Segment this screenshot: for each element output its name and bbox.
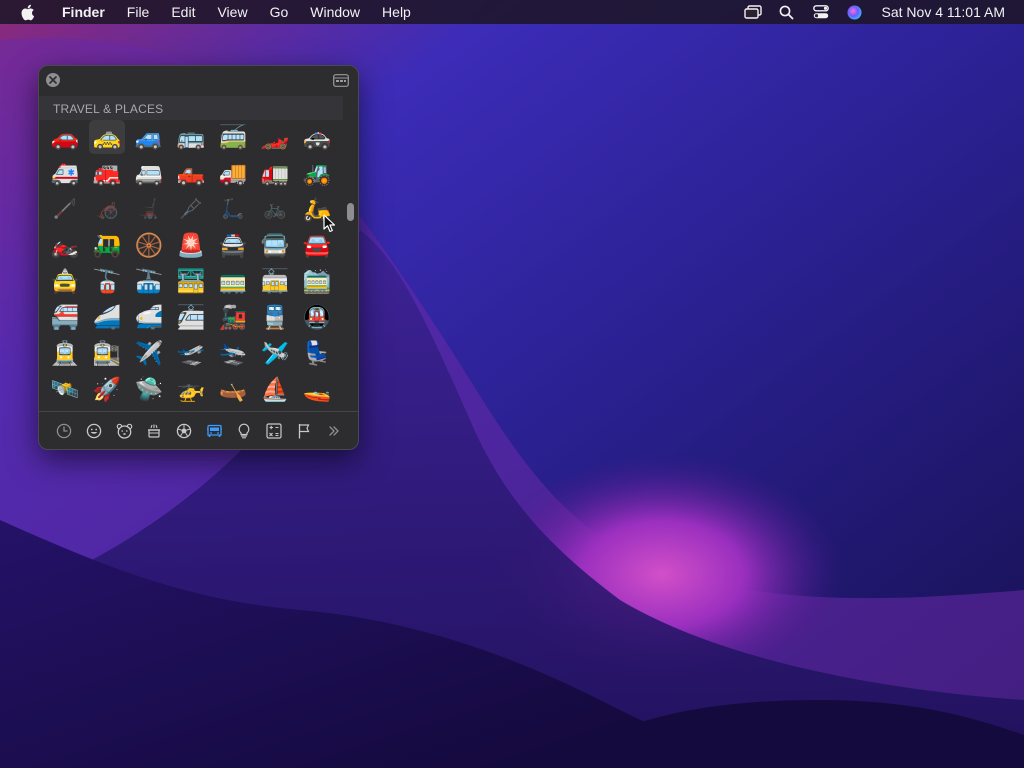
emoji-cell[interactable]: 🚜 (299, 156, 335, 190)
emoji-cell[interactable]: 🚁 (173, 372, 209, 406)
menu-view[interactable]: View (206, 0, 258, 24)
emoji-cell[interactable]: 🚒 (89, 156, 125, 190)
expand-character-viewer-icon[interactable] (333, 74, 349, 87)
menu-help[interactable]: Help (371, 0, 422, 24)
app-menu-finder[interactable]: Finder (51, 0, 116, 24)
scrollbar[interactable] (342, 120, 358, 408)
emoji-cell[interactable]: 🛬 (215, 336, 251, 370)
character-viewer-panel: TRAVEL & PLACES 🚗 🚕 🚙 🚌 🚎 🏎️ 🚓 🚑 🚒 🚐 🛻 🚚 🚛 🚜 🦯 🦽 🦼 🩼 🛴 🚲 🛵 🏍️… (38, 65, 359, 450)
emoji-cell[interactable]: 🚆 (257, 300, 293, 334)
activity-icon[interactable] (169, 418, 199, 444)
food-icon[interactable] (139, 418, 169, 444)
more-icon[interactable] (319, 418, 349, 444)
flags-icon[interactable] (289, 418, 319, 444)
emoji-cell[interactable]: 🚞 (299, 264, 335, 298)
emoji-cell[interactable]: 🚍 (257, 228, 293, 262)
emoji-cell[interactable]: 🛸 (131, 372, 167, 406)
emoji-cell[interactable]: 🚄 (89, 300, 125, 334)
emoji-cell[interactable]: 🚃 (215, 264, 251, 298)
emoji-cell[interactable]: 🚂 (215, 300, 251, 334)
emoji-cell[interactable]: 🚠 (131, 264, 167, 298)
symbols-icon[interactable] (259, 418, 289, 444)
section-header: TRAVEL & PLACES (39, 96, 343, 120)
emoji-cell[interactable]: 🚐 (131, 156, 167, 190)
emoji-cell[interactable]: 🚅 (131, 300, 167, 334)
emoji-cell[interactable]: 🚇 (299, 300, 335, 334)
emoji-cell[interactable]: 🛫 (173, 336, 209, 370)
emoji-cell[interactable]: 🚖 (47, 264, 83, 298)
emoji-cell[interactable]: 🚗 (47, 120, 83, 154)
emoji-cell[interactable]: 🚨 (173, 228, 209, 262)
emoji-cell[interactable]: 🏍️ (47, 228, 83, 262)
emoji-cell[interactable]: 🦼 (131, 192, 167, 226)
emoji-cell[interactable]: 🦯 (47, 192, 83, 226)
emoji-cell[interactable]: 🚊 (47, 336, 83, 370)
emoji-grid: 🚗 🚕 🚙 🚌 🚎 🏎️ 🚓 🚑 🚒 🚐 🛻 🚚 🚛 🚜 🦯 🦽 🦼 🩼 🛴 🚲 🛵 🏍️ 🛺 🛞 🚨 🚔 🚍 🚘 🚖 🚡 🚠 🚟 🚃 🚋 🚞 🚝 🚄 🚅… (44, 120, 340, 408)
emoji-cell[interactable]: 🛺 (89, 228, 125, 262)
animals-icon[interactable] (109, 418, 139, 444)
emoji-cell[interactable]: 🚡 (89, 264, 125, 298)
menu-window[interactable]: Window (299, 0, 371, 24)
scrollbar-thumb[interactable] (347, 203, 354, 221)
emoji-cell[interactable]: ✈️ (131, 336, 167, 370)
emoji-cell[interactable]: 🚉 (89, 336, 125, 370)
emoji-cell[interactable]: 🚔 (215, 228, 251, 262)
spotlight-search-icon[interactable] (770, 0, 804, 24)
apple-menu-icon[interactable] (16, 0, 38, 24)
siri-icon[interactable] (838, 0, 872, 24)
emoji-cell[interactable]: 🚈 (173, 300, 209, 334)
emoji-cell[interactable]: 🚌 (173, 120, 209, 154)
control-center-icon[interactable] (804, 0, 838, 24)
menu-bar: Finder File Edit View Go Window Help Sat… (0, 0, 1024, 24)
emoji-cell[interactable]: 🚕 (89, 120, 125, 154)
emoji-cell[interactable]: 🚲 (257, 192, 293, 226)
emoji-cell[interactable]: 🚚 (215, 156, 251, 190)
smileys-icon[interactable] (79, 418, 109, 444)
emoji-cell[interactable]: 🚓 (299, 120, 335, 154)
menubar-clock[interactable]: Sat Nov 4 11:01 AM (872, 4, 1024, 20)
emoji-cell[interactable]: 🛴 (215, 192, 251, 226)
emoji-cell[interactable]: 💺 (299, 336, 335, 370)
category-bar (49, 418, 349, 444)
emoji-cell[interactable]: 🛰️ (47, 372, 83, 406)
recent-icon[interactable] (49, 418, 79, 444)
emoji-cell[interactable]: 🛻 (173, 156, 209, 190)
emoji-cell[interactable]: 🚑 (47, 156, 83, 190)
emoji-cell[interactable]: 🛩️ (257, 336, 293, 370)
close-icon[interactable] (46, 73, 60, 87)
menu-file[interactable]: File (116, 0, 161, 24)
travel-icon[interactable] (199, 418, 229, 444)
screen-mirroring-icon[interactable] (736, 0, 770, 24)
objects-icon[interactable] (229, 418, 259, 444)
emoji-cell[interactable]: 🦽 (89, 192, 125, 226)
emoji-cell[interactable]: 🛞 (131, 228, 167, 262)
emoji-cell[interactable]: ⛵ (257, 372, 293, 406)
emoji-cell[interactable]: 🚟 (173, 264, 209, 298)
emoji-cell[interactable]: 🚛 (257, 156, 293, 190)
emoji-cell[interactable]: 🚝 (47, 300, 83, 334)
divider (39, 411, 358, 412)
mouse-pointer-icon (323, 214, 337, 234)
emoji-cell[interactable]: 🛶 (215, 372, 251, 406)
emoji-cell[interactable]: 🚙 (131, 120, 167, 154)
emoji-cell[interactable]: 🩼 (173, 192, 209, 226)
panel-titlebar[interactable] (39, 66, 358, 96)
menu-go[interactable]: Go (259, 0, 300, 24)
emoji-cell[interactable]: 🚋 (257, 264, 293, 298)
menu-edit[interactable]: Edit (160, 0, 206, 24)
emoji-cell[interactable]: 🚎 (215, 120, 251, 154)
emoji-cell[interactable]: 🚀 (89, 372, 125, 406)
emoji-cell[interactable]: 🚤 (299, 372, 335, 406)
emoji-cell[interactable]: 🏎️ (257, 120, 293, 154)
